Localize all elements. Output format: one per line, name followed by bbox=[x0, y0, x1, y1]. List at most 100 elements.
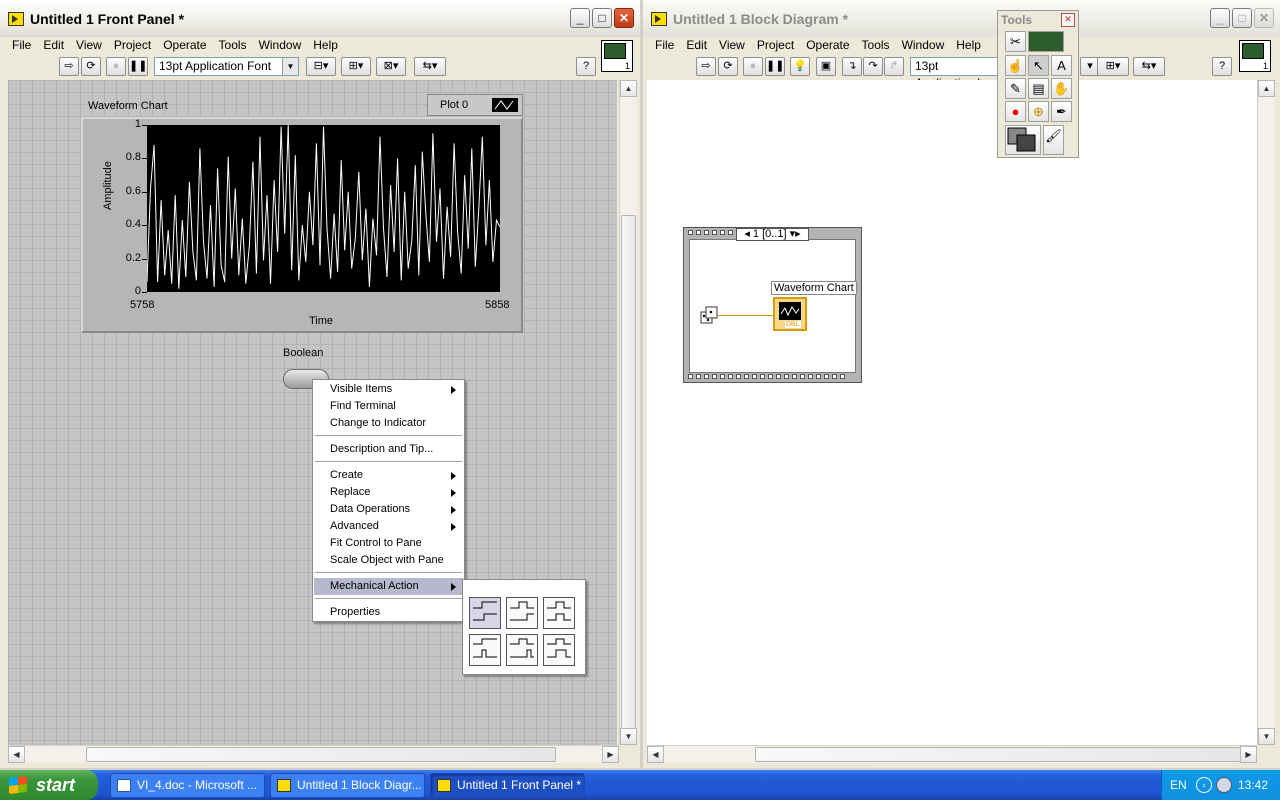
connect-wire-icon[interactable]: ✎ bbox=[1005, 78, 1026, 99]
menu-help[interactable]: Help bbox=[950, 37, 987, 53]
scroll-left-icon[interactable]: ◀ bbox=[8, 746, 25, 763]
switch-when-pressed-icon[interactable] bbox=[469, 597, 501, 629]
switch-until-released-icon[interactable] bbox=[543, 597, 575, 629]
horizontal-scroll-thumb[interactable] bbox=[86, 747, 556, 762]
menu-item-advanced[interactable]: Advanced bbox=[314, 518, 463, 535]
highlight-execution-icon[interactable]: 💡 bbox=[790, 57, 810, 76]
reorder-icon[interactable]: ⇆▾ bbox=[414, 57, 446, 76]
scroll-right-icon[interactable]: ▶ bbox=[602, 746, 619, 763]
get-color-icon[interactable]: ✒ bbox=[1051, 101, 1072, 122]
context-help-icon[interactable]: ? bbox=[1212, 57, 1232, 76]
menu-item-change-to-indicator[interactable]: Change to Indicator bbox=[314, 415, 463, 432]
chevron-down-icon[interactable]: ▾ bbox=[787, 228, 796, 240]
latch-until-released-icon[interactable] bbox=[543, 634, 575, 666]
scroll-down-icon[interactable]: ▼ bbox=[620, 728, 637, 745]
pause-icon[interactable]: ❚❚ bbox=[765, 57, 785, 76]
operate-value-icon[interactable]: ☝ bbox=[1005, 55, 1026, 76]
block-diagram-vertical-scrollbar[interactable]: ▲ ▼ bbox=[1257, 80, 1275, 745]
context-help-icon[interactable]: ? bbox=[576, 57, 596, 76]
menu-file[interactable]: File bbox=[6, 37, 37, 53]
menu-view[interactable]: View bbox=[713, 37, 751, 53]
step-out-icon[interactable]: ↱ bbox=[884, 57, 904, 76]
step-over-icon[interactable]: ↷ bbox=[863, 57, 883, 76]
random-number-dice-icon[interactable] bbox=[700, 306, 718, 326]
maximize-button[interactable]: □ bbox=[592, 8, 612, 28]
set-color-icon[interactable] bbox=[1005, 125, 1041, 155]
pause-icon[interactable]: ❚❚ bbox=[128, 57, 148, 76]
maximize-button[interactable]: □ bbox=[1232, 8, 1252, 28]
menu-edit[interactable]: Edit bbox=[680, 37, 713, 53]
front-panel-vertical-scrollbar[interactable]: ▲ ▼ bbox=[619, 80, 637, 745]
menu-item-fit-control-to-pane[interactable]: Fit Control to Pane bbox=[314, 535, 463, 552]
menu-item-scale-object-with-pane[interactable]: Scale Object with Pane bbox=[314, 552, 463, 569]
taskbar-item-front-panel[interactable]: Untitled 1 Front Panel * bbox=[430, 773, 585, 798]
abort-icon[interactable]: ● bbox=[106, 57, 126, 76]
vertical-scroll-thumb[interactable] bbox=[621, 215, 636, 735]
close-button[interactable]: ✕ bbox=[1254, 8, 1274, 28]
scroll-up-icon[interactable]: ▲ bbox=[1258, 80, 1275, 97]
minimize-button[interactable]: _ bbox=[1210, 8, 1230, 28]
set-breakpoint-icon[interactable]: ● bbox=[1005, 101, 1026, 122]
font-selector[interactable]: 13pt Application I bbox=[910, 57, 1000, 90]
scroll-right-icon[interactable]: ▶ bbox=[1240, 746, 1257, 763]
language-indicator[interactable]: EN bbox=[1170, 778, 1187, 792]
front-panel-title-bar[interactable]: Untitled 1 Front Panel * _ □ ✕ bbox=[0, 0, 640, 37]
tray-expand-icon[interactable]: ‹ bbox=[1196, 777, 1212, 793]
run-continuously-icon[interactable]: ⟳ bbox=[81, 57, 101, 76]
menu-item-description-and-tip[interactable]: Description and Tip... bbox=[314, 441, 463, 458]
chart-plot-area[interactable] bbox=[146, 124, 501, 292]
scroll-down-icon[interactable]: ▼ bbox=[1258, 728, 1275, 745]
retain-wire-values-icon[interactable]: ▣ bbox=[816, 57, 836, 76]
menu-item-replace[interactable]: Replace bbox=[314, 484, 463, 501]
position-select-icon[interactable]: ↖ bbox=[1028, 55, 1049, 76]
menu-item-find-terminal[interactable]: Find Terminal bbox=[314, 398, 463, 415]
minimize-button[interactable]: _ bbox=[570, 8, 590, 28]
menu-item-properties[interactable]: Properties bbox=[314, 604, 463, 621]
block-diagram-title-bar[interactable]: Untitled 1 Block Diagram * _ □ ✕ bbox=[643, 0, 1280, 37]
close-button[interactable]: ✕ bbox=[614, 8, 634, 28]
block-diagram-canvas[interactable] bbox=[647, 80, 1257, 745]
menu-item-mechanical-action[interactable]: Mechanical Action bbox=[314, 578, 463, 595]
menu-window[interactable]: Window bbox=[253, 37, 308, 53]
taskbar-item-block-diagram[interactable]: Untitled 1 Block Diagr... bbox=[270, 773, 425, 798]
resize-objects-icon[interactable]: ⊠▾ bbox=[376, 57, 406, 76]
close-icon[interactable]: ✕ bbox=[1061, 13, 1075, 27]
menu-window[interactable]: Window bbox=[896, 37, 951, 53]
switch-when-released-icon[interactable] bbox=[506, 597, 538, 629]
tray-app-icon[interactable] bbox=[1216, 777, 1232, 793]
menu-view[interactable]: View bbox=[70, 37, 108, 53]
scroll-up-icon[interactable]: ▲ bbox=[620, 80, 637, 97]
align-objects-icon[interactable]: ⊟▾ bbox=[306, 57, 336, 76]
object-shortcut-menu-icon[interactable]: ▤ bbox=[1028, 78, 1049, 99]
menu-file[interactable]: File bbox=[649, 37, 680, 53]
menu-project[interactable]: Project bbox=[751, 37, 800, 53]
menu-edit[interactable]: Edit bbox=[37, 37, 70, 53]
waveform-chart-terminal[interactable]: DBL bbox=[773, 297, 807, 331]
block-diagram-horizontal-scrollbar[interactable]: ◀ ▶ bbox=[647, 745, 1257, 763]
plot-legend[interactable]: Plot 0 bbox=[427, 94, 523, 116]
horizontal-scroll-thumb[interactable] bbox=[755, 747, 1241, 762]
latch-when-released-icon[interactable] bbox=[506, 634, 538, 666]
sequence-frame-selector[interactable]: ◂ 1 [0..1] ▾▸ bbox=[736, 228, 809, 241]
front-panel-horizontal-scrollbar[interactable]: ◀ ▶ bbox=[8, 745, 619, 763]
run-continuously-icon[interactable]: ⟳ bbox=[718, 57, 738, 76]
menu-help[interactable]: Help bbox=[307, 37, 344, 53]
menu-item-visible-items[interactable]: Visible Items bbox=[314, 381, 463, 398]
paintbrush-icon[interactable]: 🖌 bbox=[1043, 125, 1064, 155]
menu-operate[interactable]: Operate bbox=[157, 37, 212, 53]
taskbar-item-word-doc[interactable]: VI_4.doc - Microsoft ... bbox=[110, 773, 265, 798]
automatic-tool-selection-icon[interactable]: ✂ bbox=[1005, 31, 1026, 52]
reorder-icon[interactable]: ⇆▾ bbox=[1133, 57, 1165, 76]
resize-objects-icon[interactable]: ⊞▾ bbox=[1097, 57, 1129, 76]
data-wire[interactable] bbox=[718, 315, 773, 316]
scroll-left-icon[interactable]: ◀ bbox=[647, 746, 664, 763]
vi-connector-icon[interactable]: 1 bbox=[601, 40, 633, 72]
run-arrow-icon[interactable]: ⇨ bbox=[59, 57, 79, 76]
scroll-window-icon[interactable]: ✋ bbox=[1051, 78, 1072, 99]
latch-when-pressed-icon[interactable] bbox=[469, 634, 501, 666]
abort-icon[interactable]: ● bbox=[743, 57, 763, 76]
menu-tools[interactable]: Tools bbox=[856, 37, 896, 53]
distribute-objects-icon[interactable]: ⊞▾ bbox=[341, 57, 371, 76]
probe-data-icon[interactable]: ⊕ bbox=[1028, 101, 1049, 122]
step-into-icon[interactable]: ↴ bbox=[842, 57, 862, 76]
